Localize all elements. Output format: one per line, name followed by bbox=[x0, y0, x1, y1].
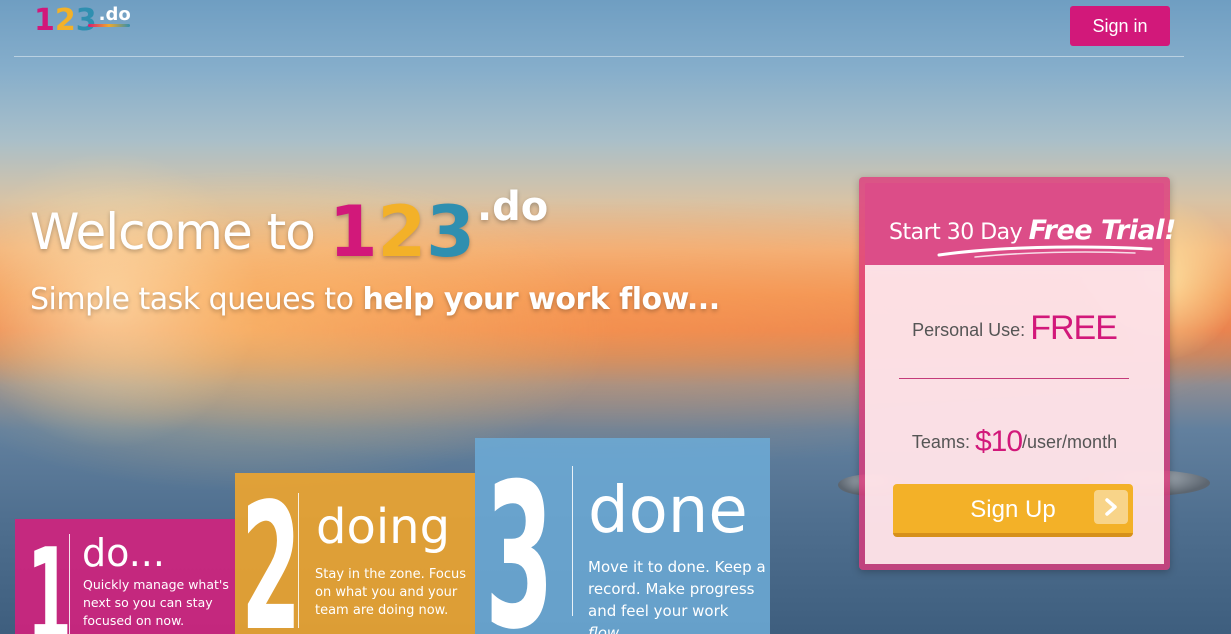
teams-price: Teams: $10/user/month bbox=[865, 425, 1164, 459]
hero-digit-2: 2 bbox=[377, 191, 427, 273]
pricing-card: Start 30 Day Free Trial! Personal Use: F… bbox=[859, 177, 1176, 570]
teams-price-label: Teams: bbox=[911, 432, 970, 452]
chevron-right-icon bbox=[1094, 490, 1128, 524]
trial-emphasis: Free Trial! bbox=[1028, 215, 1177, 246]
teams-price-value: $10 bbox=[974, 425, 1023, 458]
logo-digit-2: 2 bbox=[54, 3, 76, 38]
step-3-done: 3 done Move it to done. Keep a record. M… bbox=[475, 438, 770, 634]
pricing-card-header: Start 30 Day Free Trial! bbox=[865, 183, 1176, 271]
hero-suffix: .do bbox=[476, 184, 549, 230]
step-3-divider bbox=[572, 466, 573, 616]
hero-title: Welcome to 1 2 3 .do bbox=[30, 184, 549, 273]
pricing-card-body: Personal Use: FREE Teams: $10/user/month… bbox=[865, 265, 1164, 564]
logo-digit-3: 3 bbox=[75, 3, 97, 38]
step-2-divider bbox=[298, 493, 299, 628]
logo-underline bbox=[88, 24, 130, 27]
step-3-description-end: . bbox=[619, 624, 624, 634]
step-2-doing: 2 doing Stay in the zone. Focus on what … bbox=[235, 473, 475, 634]
step-3-description-emphasis: flow bbox=[588, 624, 620, 634]
logo-suffix: .do bbox=[98, 4, 131, 25]
step-1-title: do... bbox=[82, 531, 165, 575]
sign-up-button[interactable]: Sign Up bbox=[893, 484, 1133, 537]
step-1-divider bbox=[69, 534, 70, 634]
header-divider bbox=[14, 56, 1184, 57]
step-1-description: Quickly manage what's next so you can st… bbox=[83, 577, 229, 628]
step-3-number: 3 bbox=[485, 441, 554, 634]
hero-digit-1: 1 bbox=[328, 191, 378, 273]
personal-price-value: FREE bbox=[1030, 309, 1118, 347]
step-3-description: Move it to done. Keep a record. Make pro… bbox=[588, 556, 768, 634]
pricing-separator bbox=[899, 378, 1129, 379]
step-2-number: 2 bbox=[241, 473, 302, 634]
step-1-do: 1 do... Quickly manage what's next so yo… bbox=[15, 519, 235, 634]
personal-price: Personal Use: FREE bbox=[865, 309, 1164, 348]
logo[interactable]: 1 2 3 .do bbox=[34, 4, 131, 40]
step-2-description: Stay in the zone. Focus on what you and … bbox=[315, 567, 466, 618]
hero-welcome: Welcome to bbox=[30, 203, 316, 261]
hero-subtitle: Simple task queues to help your work flo… bbox=[30, 282, 720, 317]
hero-subtitle-plain: Simple task queues to bbox=[30, 282, 354, 317]
teams-price-suffix: /user/month bbox=[1022, 432, 1118, 452]
step-3-title: done bbox=[588, 474, 748, 548]
personal-price-label: Personal Use: bbox=[912, 320, 1026, 340]
step-1-number: 1 bbox=[27, 520, 72, 634]
trial-underline-swoosh bbox=[937, 245, 1153, 258]
logo-digit-1: 1 bbox=[34, 3, 55, 38]
hero-subtitle-bold: help your work flow... bbox=[362, 282, 720, 317]
sign-in-button[interactable]: Sign in bbox=[1070, 6, 1170, 46]
trial-prefix: Start 30 Day bbox=[889, 220, 1023, 245]
hero-digit-3: 3 bbox=[426, 191, 475, 273]
step-2-title: doing bbox=[316, 499, 451, 555]
trial-heading: Start 30 Day Free Trial! bbox=[889, 215, 1176, 246]
step-3-description-main: Move it to done. Keep a record. Make pro… bbox=[588, 558, 766, 620]
